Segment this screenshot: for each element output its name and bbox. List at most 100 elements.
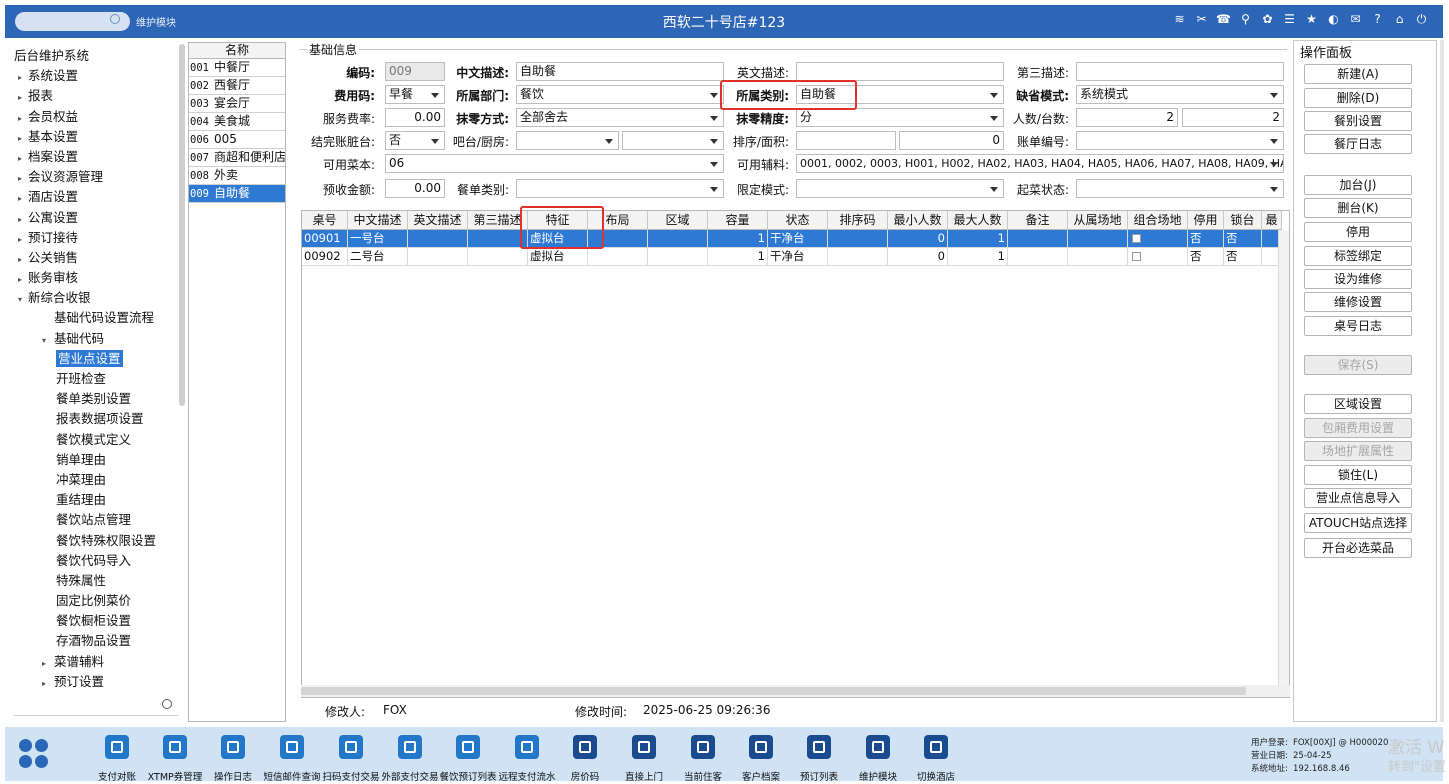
outlet-list-item[interactable]: 009 自助餐 bbox=[189, 185, 285, 203]
booking-list-icon[interactable] bbox=[807, 735, 831, 759]
delete-table-button[interactable]: 删台(K) bbox=[1304, 198, 1412, 218]
tree-caret-icon[interactable]: ▸ bbox=[18, 270, 28, 290]
grid-cell[interactable]: 干净台 bbox=[768, 248, 828, 265]
tree-caret-icon[interactable]: ▸ bbox=[18, 68, 28, 88]
grid-column-header[interactable]: 最小人数 bbox=[888, 211, 948, 230]
grid-column-header[interactable]: 组合场地 bbox=[1128, 211, 1188, 230]
grid-cell[interactable] bbox=[1008, 248, 1068, 265]
tree-caret-icon[interactable]: ▸ bbox=[18, 88, 28, 108]
grid-cell[interactable]: 否 bbox=[1224, 248, 1262, 265]
help-search-icon[interactable]: ⚲ bbox=[1238, 12, 1253, 27]
menu-select[interactable]: 06 bbox=[385, 154, 724, 173]
add-table-button[interactable]: 加台(J) bbox=[1304, 175, 1412, 195]
precision-select[interactable]: 分 bbox=[796, 108, 1004, 127]
tree-item[interactable]: 销单理由 bbox=[14, 450, 180, 470]
grid-cell[interactable]: 1 bbox=[948, 230, 1008, 247]
tree-item[interactable]: 餐饮站点管理 bbox=[14, 510, 180, 530]
tree-item[interactable]: ▾ 新综合收银 bbox=[14, 288, 180, 308]
grid-column-header[interactable]: 排序码 bbox=[828, 211, 888, 230]
aux-select[interactable]: 0001, 0002, 0003, H001, H002, HA02, HA03… bbox=[796, 154, 1284, 173]
power-icon[interactable]: ⏻ bbox=[1414, 12, 1429, 27]
grid-column-header[interactable]: 第三描述 bbox=[468, 211, 528, 230]
grid-cell[interactable]: 0 bbox=[888, 248, 948, 265]
grid-cell[interactable]: 0 bbox=[888, 230, 948, 247]
taskbar-item[interactable]: 切换酒店 bbox=[905, 735, 967, 783]
tree-item[interactable]: ▸ 会员权益 bbox=[14, 107, 180, 127]
tree-item[interactable]: 开班检查 bbox=[14, 369, 180, 389]
tree-item[interactable]: 固定比例菜价 bbox=[14, 591, 180, 611]
tree-caret-icon[interactable]: ▸ bbox=[18, 230, 28, 250]
kitchen-select[interactable] bbox=[622, 131, 724, 150]
tree-item[interactable]: ▸ 预订接待 bbox=[14, 228, 180, 248]
grid-cell[interactable] bbox=[828, 248, 888, 265]
payment-reconcile-icon[interactable] bbox=[105, 735, 129, 759]
tree-item[interactable]: ▸ 公关销售 bbox=[14, 248, 180, 268]
delete-button[interactable]: 删除(D) bbox=[1304, 88, 1412, 108]
grid-column-header[interactable]: 锁台 bbox=[1224, 211, 1262, 230]
combo-venue-checkbox[interactable] bbox=[1132, 234, 1141, 243]
grid-cell[interactable]: 干净台 bbox=[768, 230, 828, 247]
outlet-list-item[interactable]: 001 中餐厅 bbox=[189, 59, 285, 77]
tree-item[interactable]: ▸ 报表 bbox=[14, 86, 180, 106]
start-select[interactable] bbox=[1076, 179, 1284, 198]
rounding-select[interactable]: 全部舍去 bbox=[516, 108, 724, 127]
walk-in-icon[interactable] bbox=[632, 735, 656, 759]
grid-cell[interactable] bbox=[468, 248, 528, 265]
maintenance-icon[interactable] bbox=[866, 735, 890, 759]
restaurant-log-button[interactable]: 餐厅日志 bbox=[1304, 134, 1412, 154]
grid-column-header[interactable]: 桌号 bbox=[302, 211, 348, 230]
clean-select[interactable]: 否 bbox=[385, 131, 445, 150]
tree-item[interactable]: 冲菜理由 bbox=[14, 470, 180, 490]
tree-item[interactable]: ▸ 公寓设置 bbox=[14, 208, 180, 228]
grid-column-header[interactable]: 备注 bbox=[1008, 211, 1068, 230]
limit-select[interactable] bbox=[796, 179, 1004, 198]
tables-field[interactable]: 2 bbox=[1182, 108, 1284, 127]
sort-field[interactable] bbox=[796, 131, 896, 150]
tree-caret-icon[interactable]: ▸ bbox=[42, 674, 54, 694]
grid-cell[interactable]: 虚拟台 bbox=[528, 230, 588, 247]
grid-cell[interactable] bbox=[648, 230, 708, 247]
taskbar-item[interactable]: 支付对账 bbox=[86, 735, 148, 783]
people-field[interactable]: 2 bbox=[1076, 108, 1178, 127]
palette-icon[interactable]: ✿ bbox=[1260, 12, 1275, 27]
dining-booking-icon[interactable] bbox=[456, 735, 480, 759]
tree-item[interactable]: 报表数据项设置 bbox=[14, 409, 180, 429]
grid-cell[interactable]: 一号台 bbox=[348, 230, 408, 247]
grid-cell[interactable] bbox=[648, 248, 708, 265]
tree-caret-icon[interactable]: ▸ bbox=[18, 189, 28, 209]
outlet-list-item[interactable]: 008 外卖 bbox=[189, 167, 285, 185]
table-row[interactable]: 00902 二号台 虚拟台 1 干净台 0 1 否否 bbox=[302, 248, 1282, 266]
venue-ext-button[interactable]: 场地扩展属性 bbox=[1304, 441, 1412, 461]
tree-caret-icon[interactable]: ▸ bbox=[18, 109, 28, 129]
outlet-list-item[interactable]: 007 商超和便利店 bbox=[189, 149, 285, 167]
current-guest-icon[interactable] bbox=[691, 735, 715, 759]
tree-item[interactable]: 特殊属性 bbox=[14, 571, 180, 591]
bill-select[interactable] bbox=[1076, 131, 1284, 150]
grid-cell[interactable] bbox=[588, 230, 648, 247]
dept-select[interactable]: 餐饮 bbox=[516, 85, 724, 104]
sms-mail-icon[interactable] bbox=[280, 735, 304, 759]
room-fee-button[interactable]: 包厢费用设置 bbox=[1304, 418, 1412, 438]
tree-item[interactable]: 营业点设置 bbox=[14, 349, 180, 369]
lock-button[interactable]: 锁住(L) bbox=[1304, 465, 1412, 485]
taskbar-item[interactable]: 远程支付流水 bbox=[496, 735, 558, 783]
tree-item[interactable]: 基础代码设置流程 bbox=[14, 308, 180, 328]
switch-hotel-icon[interactable] bbox=[924, 735, 948, 759]
taskbar-item[interactable]: 餐饮预订列表 bbox=[437, 735, 499, 783]
grid-cell[interactable]: 否 bbox=[1224, 230, 1262, 247]
grid-cell[interactable] bbox=[588, 248, 648, 265]
grid-cell[interactable] bbox=[1068, 230, 1128, 247]
question-icon[interactable]: ? bbox=[1370, 12, 1385, 27]
external-pay-icon[interactable] bbox=[398, 735, 422, 759]
repair-setting-button[interactable]: 维修设置 bbox=[1304, 292, 1412, 312]
tree-caret-icon[interactable]: ▸ bbox=[18, 250, 28, 270]
save-button[interactable]: 保存(S) bbox=[1304, 355, 1412, 375]
combo-venue-checkbox[interactable] bbox=[1132, 252, 1141, 261]
wifi-icon[interactable]: ≋ bbox=[1172, 12, 1187, 27]
outlet-list-item[interactable]: 002 西餐厅 bbox=[189, 77, 285, 95]
grid-cell[interactable] bbox=[408, 230, 468, 247]
tree-caret-icon[interactable]: ▾ bbox=[18, 290, 28, 310]
area-setting-button[interactable]: 区域设置 bbox=[1304, 394, 1412, 414]
outlet-list-item[interactable]: 003 宴会厅 bbox=[189, 95, 285, 113]
code-field[interactable]: 009 bbox=[385, 62, 445, 81]
